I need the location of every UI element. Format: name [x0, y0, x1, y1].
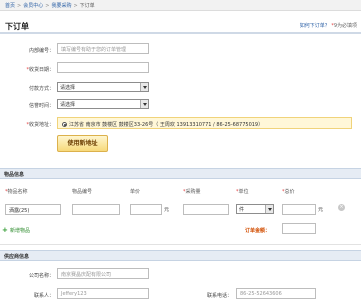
order-amount-input	[282, 223, 316, 234]
item-unit-select[interactable]: 件	[236, 204, 274, 214]
total-unit-label: 元	[318, 207, 324, 213]
item-name-input[interactable]: 洒露(25)	[5, 204, 61, 215]
col-header-code: 物品编号	[72, 189, 93, 195]
contact-value: Jeffery123	[57, 288, 149, 299]
phone-value: 86-25-52643606	[236, 288, 316, 299]
breadcrumb-purchase[interactable]: 我要采购	[51, 3, 71, 9]
add-icon[interactable]: +	[2, 226, 8, 234]
chevron-down-icon	[140, 100, 148, 108]
item-unit-value: 件	[239, 207, 245, 213]
delivery-time-select[interactable]: 请选择	[57, 99, 149, 109]
help-link[interactable]: 如何下订单？	[300, 23, 330, 29]
payment-label: 付款方式：	[28, 86, 54, 92]
address-option[interactable]: 江苏省 南京市 鼓楼区 鼓楼区33-26号（ 王周欢 13913310771 /…	[57, 117, 352, 129]
breadcrumb-separator: >	[73, 3, 78, 9]
phone-label: 联系电话：	[206, 293, 232, 299]
contact-label: 联系人：	[33, 293, 54, 299]
item-price-input[interactable]	[130, 204, 162, 215]
breadcrumb-current: 下订单	[79, 3, 95, 9]
remove-item-icon[interactable]: ×	[338, 204, 345, 211]
help-text: 如何下订单？ *9为必填项	[299, 23, 357, 29]
company-value: 南京赛晶庆配有限公司	[57, 268, 149, 279]
delivery-time-select-value: 请选择	[60, 102, 76, 108]
products-section-title: 物品信息	[4, 172, 25, 178]
chevron-down-icon	[265, 205, 273, 213]
divider	[0, 244, 361, 245]
breadcrumb-bar: 首页 > 会员中心 > 我要采购 > 下订单	[0, 0, 361, 11]
item-total-input[interactable]	[282, 204, 316, 215]
page-title-bar: 下订单 如何下订单？ *9为必填项	[0, 17, 361, 34]
internal-no-label: 内部编号：	[28, 48, 54, 54]
order-amount-label: 订单金额：	[245, 228, 271, 234]
radio-selected-icon[interactable]	[62, 122, 67, 127]
address-label: *收货地址：	[26, 122, 54, 128]
breadcrumb-home[interactable]: 首页	[5, 3, 15, 9]
breadcrumb-separator: >	[17, 3, 22, 9]
internal-no-input[interactable]: 填写编号有助于您的订单管理	[57, 43, 149, 54]
chevron-down-icon	[140, 83, 148, 91]
item-qty-input[interactable]	[183, 204, 229, 215]
receive-date-input[interactable]	[57, 62, 149, 73]
price-unit-label: 元	[164, 207, 170, 213]
page-title: 下订单	[5, 22, 29, 31]
use-new-address-button[interactable]: 使用新地址	[57, 135, 108, 152]
col-header-price: 单价	[130, 189, 141, 195]
item-code-input[interactable]	[72, 204, 120, 215]
required-note: 9为必填项	[333, 23, 357, 29]
payment-select[interactable]: 请选择	[57, 82, 149, 92]
breadcrumb: 首页 > 会员中心 > 我要采购 > 下订单	[5, 2, 95, 9]
supplier-section-header: 供应商信息	[0, 250, 361, 261]
delivery-time-label: 信誉时间：	[28, 103, 54, 109]
supplier-section-title: 供应商信息	[4, 254, 30, 260]
col-header-unit: *单位	[236, 189, 249, 195]
receive-date-label: *收货日期：	[26, 67, 54, 73]
add-item-link[interactable]: 新增物品	[10, 227, 30, 234]
company-label: 公司名称：	[28, 273, 54, 279]
products-section-header: 物品信息	[0, 168, 361, 179]
address-text: 江苏省 南京市 鼓楼区 鼓楼区33-26号（ 王周欢 13913310771 /…	[69, 122, 264, 128]
breadcrumb-member-center[interactable]: 会员中心	[23, 3, 43, 9]
payment-select-value: 请选择	[60, 85, 76, 91]
col-header-qty: *采购量	[183, 189, 201, 195]
col-header-total: *总价	[282, 189, 295, 195]
col-header-name: *物品名称	[5, 189, 28, 195]
